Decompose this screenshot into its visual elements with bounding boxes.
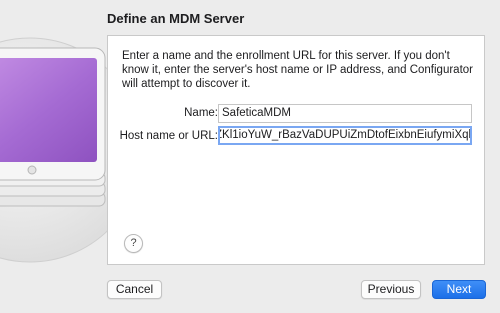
- server-form-panel: Enter a name and the enrollment URL for …: [107, 35, 485, 265]
- cancel-button[interactable]: Cancel: [107, 280, 162, 299]
- host-url-field[interactable]: ZKl1ioYuW_rBazVaDUPUiZmDtofEixbnEiufymiX…: [218, 126, 472, 145]
- host-url-value: ZKl1ioYuW_rBazVaDUPUiZmDtofEixbnEiufymiX…: [218, 129, 472, 141]
- dialog-title: Define an MDM Server: [107, 11, 245, 26]
- instructions-text: Enter a name and the enrollment URL for …: [122, 50, 473, 90]
- help-button[interactable]: ?: [124, 234, 143, 253]
- next-button[interactable]: Next: [432, 280, 486, 299]
- host-label: Host name or URL:: [119, 130, 218, 142]
- name-field[interactable]: SafeticaMDM: [218, 104, 472, 123]
- name-label: Name:: [184, 107, 218, 119]
- previous-button[interactable]: Previous: [361, 280, 421, 299]
